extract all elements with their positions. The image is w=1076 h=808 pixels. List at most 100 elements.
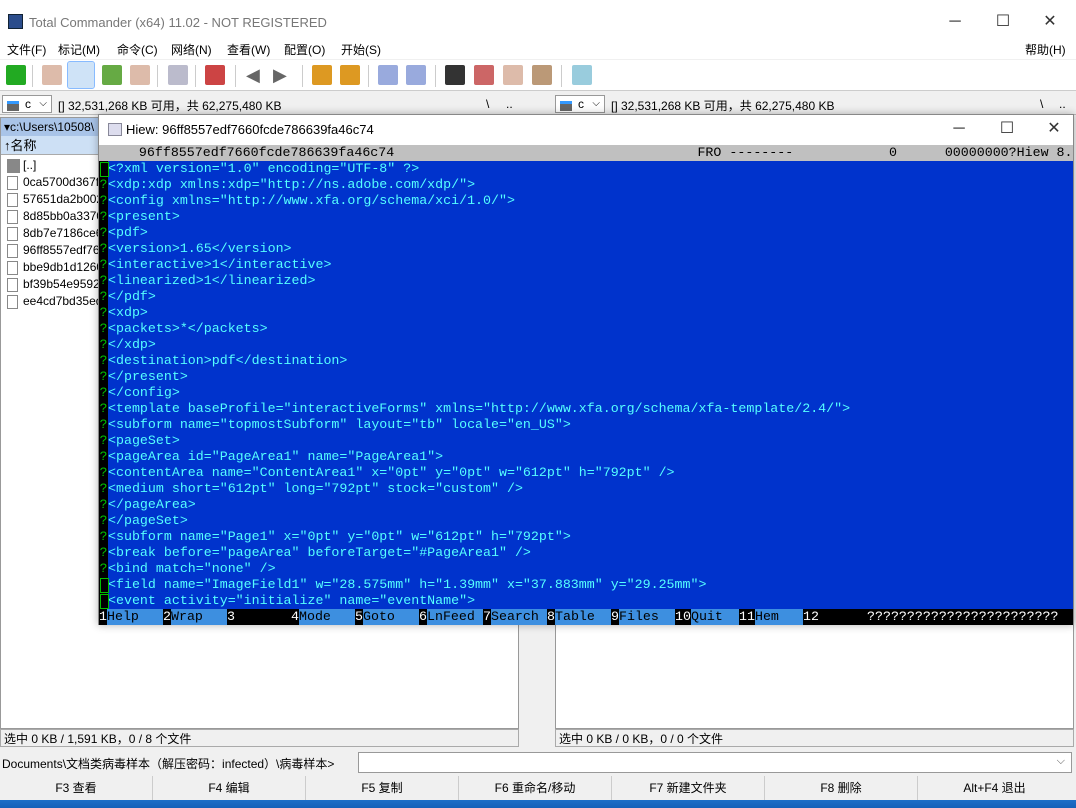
hiew-text-view[interactable]: <?xml version="1.0" encoding="UTF-8" ?>?… (99, 161, 1073, 609)
hiew-line-text: </pdf> (108, 289, 156, 304)
fkey-number: 3 (227, 609, 235, 624)
compare-dirs-icon[interactable] (130, 65, 150, 85)
select-all-icon[interactable] (205, 65, 225, 85)
left-up-button[interactable]: .. (506, 97, 513, 111)
hiew-f2-key[interactable]: 2Wrap (163, 609, 227, 625)
brief-view-icon[interactable] (42, 65, 62, 85)
hiew-close-button[interactable]: ✕ (1039, 117, 1069, 141)
hiew-line: <event activity="initialize" name="event… (99, 593, 1073, 609)
menu-commands[interactable]: 命令(C) (117, 41, 158, 58)
f4-edit-button[interactable]: F4 编辑 (153, 776, 306, 800)
hiew-line: ? <pdf> (99, 225, 1073, 241)
hiew-line: ? <bind match="none" /> (99, 561, 1073, 577)
url-icon[interactable] (406, 65, 426, 85)
file-icon (7, 295, 18, 309)
refresh-icon[interactable] (6, 65, 26, 85)
file-name: ee4cd7bd35ed (23, 294, 103, 308)
hiew-line: ? </pdf> (99, 289, 1073, 305)
hiew-f11-key[interactable]: 11Hem (739, 609, 803, 625)
hiew-f12-key[interactable]: 12 (803, 609, 867, 625)
hiew-f7-key[interactable]: 7Search (483, 609, 547, 625)
f3-view-button[interactable]: F3 查看 (0, 776, 153, 800)
f7-mkdir-button[interactable]: F7 新建文件夹 (612, 776, 765, 800)
hiew-line-text: <pdf> (108, 225, 148, 240)
file-item[interactable]: bf39b54e9592b (5, 276, 106, 293)
toolbar-separator (157, 65, 158, 87)
menu-show[interactable]: 查看(W) (227, 41, 270, 58)
ftp-icon[interactable] (378, 65, 398, 85)
file-icon (7, 176, 18, 190)
hiew-title: Hiew: 96ff8557edf7660fcde786639fa46c74 (126, 122, 374, 137)
menu-config[interactable]: 配置(O) (284, 41, 325, 58)
menu-file[interactable]: 文件(F) (7, 41, 46, 58)
hiew-f10-key[interactable]: 10Quit (675, 609, 739, 625)
hiew-line: ? <destination>pdf</destination> (99, 353, 1073, 369)
line-marker-question-icon: ? (99, 241, 108, 257)
file-item[interactable]: ee4cd7bd35ed (5, 293, 102, 310)
menu-net[interactable]: 网络(N) (171, 41, 212, 58)
fkey-number: 11 (739, 609, 755, 624)
maximize-button[interactable]: ☐ (988, 10, 1018, 34)
hiew-line-text: <present> (108, 209, 180, 224)
hiew-line-text: <?xml version="1.0" encoding="UTF-8" ?> (108, 161, 420, 176)
file-item[interactable]: bbe9db1d1260 (5, 259, 103, 276)
back-icon[interactable]: ◀ (246, 65, 266, 85)
file-item[interactable]: 8d85bb0a3370 (5, 208, 103, 225)
parent-dir-item[interactable]: [..] (5, 157, 36, 174)
file-item[interactable]: 57651da2b0025 (5, 191, 110, 208)
line-marker-question-icon: ? (99, 497, 108, 513)
file-item[interactable]: 96ff8557edf766 (5, 242, 106, 259)
left-drive-select[interactable]: c (2, 95, 52, 113)
hiew-f1-key[interactable]: 1Help (99, 609, 163, 625)
f6-move-button[interactable]: F6 重命名/移动 (459, 776, 612, 800)
copy-names-icon[interactable] (532, 65, 552, 85)
hiew-console[interactable]: 96ff8557edf7660fcde786639fa46c74 FRO ---… (99, 145, 1073, 625)
hiew-fkey-tail: ???????????????????????? (867, 609, 1059, 624)
hiew-f8-key[interactable]: 8Table (547, 609, 611, 625)
right-drive-select[interactable]: c (555, 95, 605, 113)
forward-icon[interactable]: ▶ (273, 65, 293, 85)
sync-icon[interactable] (503, 65, 523, 85)
minimize-button[interactable]: ─ (940, 10, 970, 34)
hiew-f4-key[interactable]: 4Mode (291, 609, 355, 625)
left-root-button[interactable]: \ (486, 97, 489, 111)
find-icon[interactable] (445, 65, 465, 85)
unpack-icon[interactable] (340, 65, 360, 85)
right-root-button[interactable]: \ (1040, 97, 1043, 111)
line-marker-question-icon: ? (99, 209, 108, 225)
menu-help[interactable]: 帮助(H) (1025, 41, 1066, 58)
pack-icon[interactable] (312, 65, 332, 85)
menu-mark[interactable]: 标记(M) (58, 41, 100, 58)
hiew-f5-key[interactable]: 5Goto (355, 609, 419, 625)
file-icon (7, 278, 18, 292)
alt-f4-exit-button[interactable]: Alt+F4 退出 (918, 776, 1071, 800)
sync-dirs-icon[interactable] (168, 65, 188, 85)
hiew-maximize-button[interactable]: ☐ (992, 117, 1022, 141)
fkey-number: 4 (291, 609, 299, 624)
hiew-f6-key[interactable]: 6LnFeed (419, 609, 483, 625)
notepad-icon[interactable] (572, 65, 592, 85)
hiew-line-text: </pageSet> (108, 513, 188, 528)
hiew-line-text: <xdp:xdp xmlns:xdp="http://ns.adobe.com/… (108, 177, 476, 192)
f8-delete-button[interactable]: F8 删除 (765, 776, 918, 800)
command-input[interactable] (358, 752, 1072, 773)
right-up-button[interactable]: .. (1059, 97, 1066, 111)
fkey-number: 2 (163, 609, 171, 624)
multi-rename-icon[interactable] (474, 65, 494, 85)
hiew-line-text: </xdp> (108, 337, 156, 352)
menu-start[interactable]: 开始(S) (341, 41, 381, 58)
line-marker-question-icon: ? (99, 529, 108, 545)
thumbnail-view-icon[interactable] (102, 65, 122, 85)
file-item[interactable]: 8db7e7186ce6 (5, 225, 102, 242)
hiew-f9-key[interactable]: 9Files (611, 609, 675, 625)
file-item[interactable]: 0ca5700d367fc (5, 174, 105, 191)
f5-copy-button[interactable]: F5 复制 (306, 776, 459, 800)
column-name-label: 名称 (10, 138, 37, 153)
hiew-line: ? <pageSet> (99, 433, 1073, 449)
close-button[interactable]: ✕ (1035, 10, 1065, 34)
hiew-minimize-button[interactable]: ─ (944, 117, 974, 141)
line-marker-question-icon: ? (99, 321, 108, 337)
tree-view-icon[interactable] (67, 61, 95, 89)
hiew-f3-key[interactable]: 3 (227, 609, 291, 625)
hiew-line-text: <version>1.65</version> (108, 241, 292, 256)
